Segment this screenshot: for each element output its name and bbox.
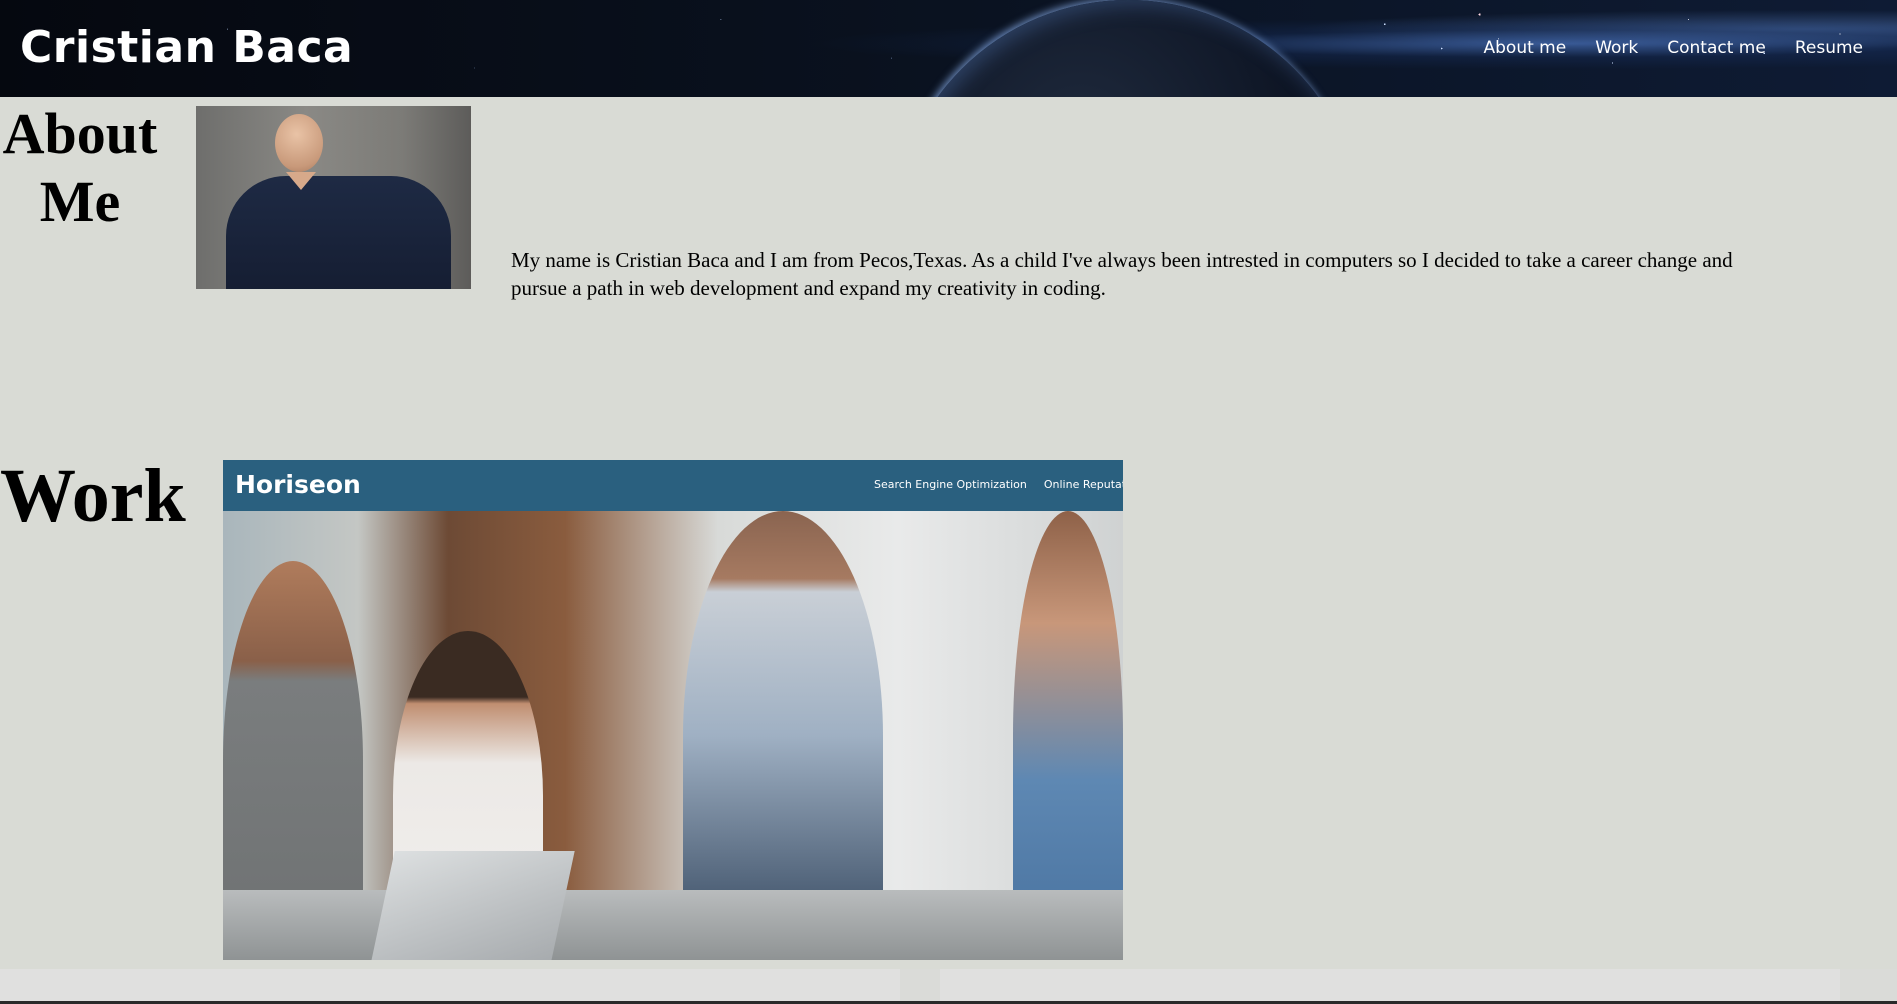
main-nav: About me Work Contact me Resume xyxy=(1484,36,1864,60)
nav-work-link[interactable]: Work xyxy=(1595,36,1638,60)
project-header-bar: Horiseon Search Engine Optimization Onli… xyxy=(223,460,1123,511)
next-card-preview xyxy=(940,969,1840,1004)
site-header: Cristian Baca About me Work Contact me R… xyxy=(0,0,1897,97)
about-text: My name is Cristian Baca and I am from P… xyxy=(511,248,1733,300)
project-nav-item: Search Engine Optimization xyxy=(874,478,1027,491)
work-heading: Work xyxy=(0,454,186,538)
profile-photo xyxy=(196,106,471,289)
project-logo: Horiseon xyxy=(235,470,361,499)
nav-contact-me-link[interactable]: Contact me xyxy=(1667,36,1766,60)
next-section-preview xyxy=(0,969,1897,1004)
project-nav: Search Engine Optimization Online Reputa… xyxy=(874,477,1123,493)
project-screenshot-horiseon[interactable]: Horiseon Search Engine Optimization Onli… xyxy=(223,460,1123,960)
project-hero-image xyxy=(223,511,1123,960)
next-card-preview xyxy=(0,969,900,1004)
profile-photo-face xyxy=(275,114,323,172)
hero-table xyxy=(223,890,1123,960)
hero-laptop xyxy=(371,851,575,960)
profile-photo-shirt xyxy=(226,176,451,289)
nav-resume-link[interactable]: Resume xyxy=(1795,36,1863,60)
site-title: Cristian Baca xyxy=(20,22,354,73)
project-nav-item: Online Reputation Ma xyxy=(1043,478,1123,491)
about-heading: About Me xyxy=(2,101,158,234)
nav-about-me-link[interactable]: About me xyxy=(1484,36,1567,60)
